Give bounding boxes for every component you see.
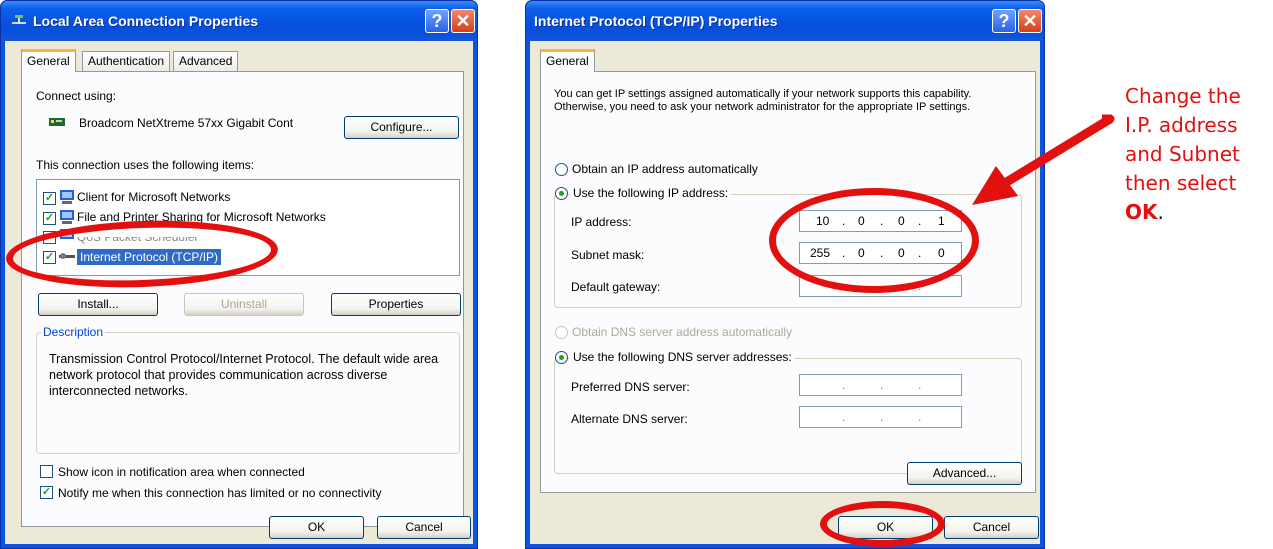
title-bar[interactable]: Local Area Connection Properties ? ✕ xyxy=(1,1,477,41)
adapter-name: Broadcom NetXtreme 57xx Gigabit Cont xyxy=(79,116,294,130)
checkbox-file-and-printer-sharing[interactable]: ✓ xyxy=(43,212,56,225)
intro-text: You can get IP settings assigned automat… xyxy=(554,88,972,113)
window-title: Local Area Connection Properties xyxy=(33,13,259,29)
dialog-client-area: General Authentication Advanced Connect … xyxy=(5,41,473,544)
window-title: Internet Protocol (TCP/IP) Properties xyxy=(534,13,778,29)
highlight-oval-ok-button xyxy=(820,501,945,547)
preferred-dns-field[interactable]: ... xyxy=(799,374,962,396)
ip-address-label: IP address: xyxy=(571,215,632,229)
tab-authentication[interactable]: Authentication xyxy=(82,51,171,72)
advanced-button[interactable]: Advanced... xyxy=(907,462,1022,485)
ok-button[interactable]: OK xyxy=(269,516,364,539)
obtain-ip-automatically-radio[interactable] xyxy=(555,163,568,176)
network-connection-icon xyxy=(12,15,26,24)
obtain-dns-automatically-radio xyxy=(555,326,568,339)
description-group: Description Transmission Control Protoco… xyxy=(36,325,460,454)
uninstall-button: Uninstall xyxy=(184,293,304,316)
network-adapter-icon xyxy=(49,118,65,126)
highlight-oval-ip-subnet xyxy=(769,188,979,293)
notify-label: Notify me when this connection has limit… xyxy=(58,486,382,500)
list-item-label: Client for Microsoft Networks xyxy=(77,190,231,204)
annotation-suffix: . xyxy=(1157,200,1164,224)
title-bar[interactable]: Internet Protocol (TCP/IP) Properties ? … xyxy=(526,1,1044,41)
cancel-button[interactable]: Cancel xyxy=(377,516,471,539)
tcpip-properties-window: Internet Protocol (TCP/IP) Properties ? … xyxy=(525,0,1045,549)
properties-button[interactable]: Properties xyxy=(331,293,461,316)
description-text: Transmission Control Protocol/Internet P… xyxy=(49,352,439,398)
close-button[interactable]: ✕ xyxy=(1018,9,1042,33)
use-ip-label: Use the following IP address: xyxy=(570,186,732,200)
use-following-dns-radio[interactable] xyxy=(555,351,568,364)
use-following-ip-radio[interactable] xyxy=(555,187,568,200)
checkbox-client-for-microsoft-networks[interactable]: ✓ xyxy=(43,192,56,205)
cancel-button[interactable]: Cancel xyxy=(944,516,1039,539)
default-gateway-label: Default gateway: xyxy=(571,280,661,294)
general-tab-panel: Connect using: Broadcom NetXtreme 57xx G… xyxy=(21,71,464,527)
tab-general[interactable]: General xyxy=(21,49,76,72)
tab-advanced[interactable]: Advanced xyxy=(173,51,239,72)
show-icon-checkbox[interactable] xyxy=(40,465,53,478)
annotation-ok: OK xyxy=(1125,200,1158,224)
computer-icon xyxy=(60,190,74,204)
connect-using-label: Connect using: xyxy=(36,89,117,103)
tab-general[interactable]: General xyxy=(540,49,595,72)
annotation-text: Change the I.P. address and Subnet then … xyxy=(1125,84,1241,224)
description-title: Description xyxy=(41,325,106,339)
preferred-dns-label: Preferred DNS server: xyxy=(571,380,690,394)
general-tab-panel: You can get IP settings assigned automat… xyxy=(540,71,1036,493)
alternate-dns-label: Alternate DNS server: xyxy=(571,412,688,426)
install-button[interactable]: Install... xyxy=(38,293,158,316)
use-dns-label: Use the following DNS server addresses: xyxy=(570,350,795,364)
help-button[interactable]: ? xyxy=(992,9,1016,33)
close-button[interactable]: ✕ xyxy=(451,9,475,33)
notify-checkbox[interactable]: ✓ xyxy=(40,486,53,499)
computer-icon xyxy=(60,210,74,224)
alternate-dns-field[interactable]: ... xyxy=(799,406,962,428)
items-label: This connection uses the following items… xyxy=(36,158,255,172)
obtain-dns-label: Obtain DNS server address automatically xyxy=(572,325,793,339)
obtain-ip-label: Obtain an IP address automatically xyxy=(572,162,758,176)
configure-button[interactable]: Configure... xyxy=(344,116,459,139)
show-icon-label: Show icon in notification area when conn… xyxy=(58,465,305,479)
dialog-client-area: General You can get IP settings assigned… xyxy=(530,41,1040,544)
subnet-mask-label: Subnet mask: xyxy=(571,248,645,262)
help-button[interactable]: ? xyxy=(425,9,449,33)
